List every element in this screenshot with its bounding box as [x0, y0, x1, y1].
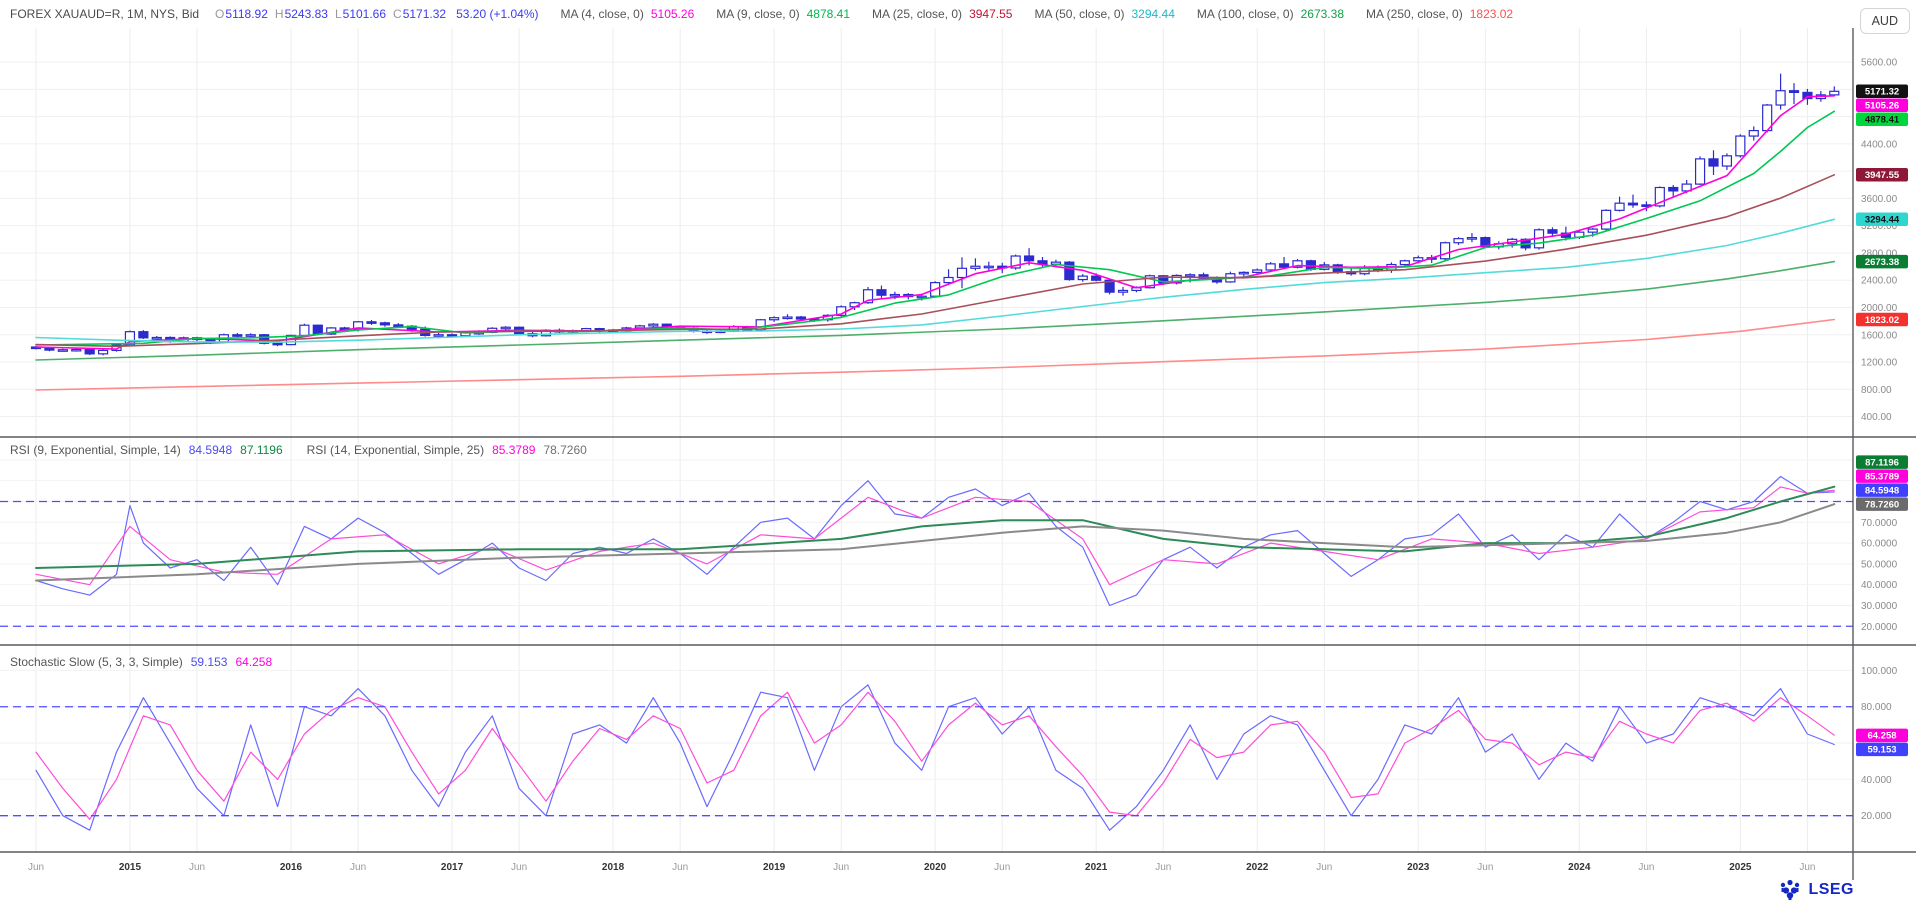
main-legend-part: MA (250, close, 0): [1366, 7, 1463, 21]
lseg-crest-icon: [1778, 879, 1802, 901]
time-axis[interactable]: [0, 852, 1853, 880]
rsi-legend-part: RSI (9, Exponential, Simple, 14): [10, 443, 181, 457]
main-legend-part: 2673.38: [1301, 7, 1344, 21]
currency-selector[interactable]: AUD: [1860, 8, 1910, 34]
stoch-legend-part: 59.153: [191, 655, 228, 669]
main-legend-part: MA (4, close, 0): [560, 7, 643, 21]
rsi-legend: RSI (9, Exponential, Simple, 14) 84.5948 8…: [10, 443, 587, 457]
threshold-lines: [0, 501, 1853, 815]
main-legend-part: L: [335, 7, 342, 21]
price-axis[interactable]: [1856, 28, 1916, 852]
main-legend-part: 5105.26: [651, 7, 694, 21]
main-legend-part: 5101.66: [343, 7, 386, 21]
main-legend-part: C: [393, 7, 402, 21]
main-legend-part: 5243.83: [285, 7, 328, 21]
main-legend-part: FOREX XAUAUD=R, 1M, NYS, Bid: [10, 7, 199, 21]
main-legend-part: 3947.55: [969, 7, 1012, 21]
vertical-gridlines: [36, 28, 1807, 852]
main-legend-part: H: [275, 7, 284, 21]
rsi-legend-part: 78.7260: [543, 443, 586, 457]
main-legend-part: MA (25, close, 0): [872, 7, 962, 21]
lseg-logo: LSEG: [1778, 879, 1854, 901]
main-legend-part: 1823.02: [1470, 7, 1513, 21]
main-legend-part: 4878.41: [807, 7, 850, 21]
rsi-legend-part: 87.1196: [240, 443, 283, 457]
rsi-legend-part: RSI (14, Exponential, Simple, 25): [307, 443, 484, 457]
main-legend-part: 5118.92: [225, 7, 268, 21]
lseg-wordmark: LSEG: [1808, 881, 1854, 899]
main-legend-part: 53.20 (+1.04%): [456, 7, 538, 21]
main-legend-part: MA (9, close, 0): [716, 7, 799, 21]
stoch-legend-part: Stochastic Slow (5, 3, 3, Simple): [10, 655, 183, 669]
main-legend-part: O: [215, 7, 224, 21]
main-legend-part: 5171.32: [403, 7, 446, 21]
stochastic-legend: Stochastic Slow (5, 3, 3, Simple) 59.153 6…: [10, 655, 272, 669]
stoch-legend-part: 64.258: [235, 655, 272, 669]
rsi-legend-part: 85.3789: [492, 443, 535, 457]
rsi-legend-part: 84.5948: [189, 443, 232, 457]
main-chart-legend: FOREX XAUAUD=R, 1M, NYS, Bid O5118.92 H524…: [10, 7, 1513, 21]
horizontal-gridlines: [0, 62, 1853, 816]
main-legend-part: MA (100, close, 0): [1197, 7, 1294, 21]
main-legend-part: MA (50, close, 0): [1034, 7, 1124, 21]
chart-application: FOREX XAUAUD=R, 1M, NYS, Bid O5118.92 H524…: [0, 0, 1916, 905]
main-legend-part: 3294.44: [1132, 7, 1175, 21]
